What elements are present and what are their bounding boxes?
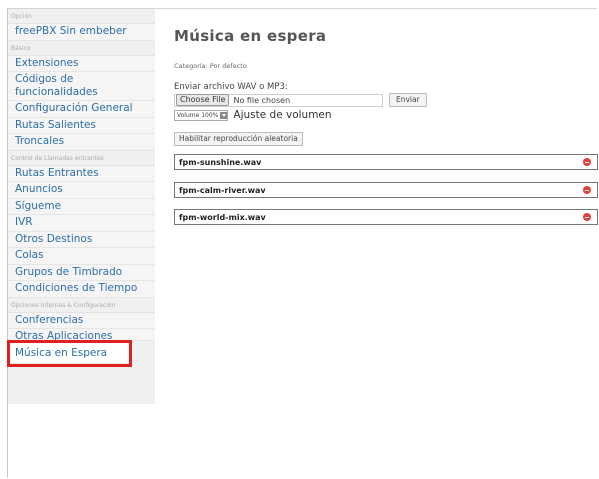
section-llamadas-entrantes: Control de Llamadas entrantes <box>8 151 155 166</box>
file-row: fpm-sunshine.wav <box>174 154 598 170</box>
sidebar: Opción freePBX Sin embeber Básico Extens… <box>7 9 155 404</box>
sidebar-item-grupos-timbrado[interactable]: Grupos de Timbrado <box>8 264 155 281</box>
sidebar-item-rutas-entrantes[interactable]: Rutas Entrantes <box>8 165 155 182</box>
sidebar-item-extensiones[interactable]: Extensiones <box>8 55 155 72</box>
send-button[interactable]: Enviar <box>389 93 427 107</box>
sidebar-item-musica-en-espera[interactable]: Música en Espera <box>7 340 132 367</box>
sidebar-item-ivr[interactable]: IVR <box>8 215 155 232</box>
sidebar-item-otros-destinos[interactable]: Otros Destinos <box>8 231 155 248</box>
sidebar-item-codigos-funcionalidades[interactable]: Códigos de funcionalidades <box>8 72 155 101</box>
section-basico: Básico <box>8 41 155 56</box>
file-name: fpm-calm-river.wav <box>179 185 266 195</box>
file-input[interactable]: Choose File No file chosen <box>174 93 383 107</box>
main-content: Música en espera Categoría: Por defecto … <box>174 27 598 225</box>
sidebar-item-sigueme[interactable]: Sígueme <box>8 198 155 215</box>
file-row: fpm-world-mix.wav <box>174 209 598 225</box>
page-title: Música en espera <box>174 27 327 45</box>
sidebar-item-conferencias[interactable]: Conferencias <box>8 312 155 329</box>
sidebar-item-troncales[interactable]: Troncales <box>8 134 155 151</box>
delete-icon[interactable] <box>583 158 591 166</box>
delete-icon[interactable] <box>583 186 591 194</box>
upload-row: Choose File No file chosen Enviar <box>174 93 594 107</box>
file-name: fpm-sunshine.wav <box>179 157 262 167</box>
sidebar-item-configuracion-general[interactable]: Configuración General <box>8 101 155 118</box>
file-name: fpm-world-mix.wav <box>179 212 266 222</box>
volume-label: Ajuste de volumen <box>233 109 332 121</box>
sidebar-item-colas[interactable]: Colas <box>8 248 155 265</box>
volume-select[interactable]: Volume 100% <box>174 109 229 121</box>
sidebar-item-anuncios[interactable]: Anuncios <box>8 182 155 199</box>
sidebar-item-rutas-salientes[interactable]: Rutas Salientes <box>8 117 155 134</box>
volume-row: Volume 100% Ajuste de volumen <box>174 109 594 121</box>
random-playback-button[interactable]: Habilitar reproducción aleatoria <box>174 132 303 146</box>
sidebar-item-condiciones-tiempo[interactable]: Condiciones de Tiempo <box>8 281 155 298</box>
upload-label: Enviar archivo WAV o MP3: <box>174 82 288 92</box>
sidebar-item-otras-aplicaciones[interactable]: Otras Aplicaciones <box>8 329 155 341</box>
sidebar-item-freepbx-sin-embeber[interactable]: freePBX Sin embeber <box>8 24 155 41</box>
chevron-down-icon <box>220 111 228 119</box>
file-row: fpm-calm-river.wav <box>174 182 598 198</box>
section-opciones-internas: Opciones Internas & Configuración <box>8 298 155 313</box>
no-file-text: No file chosen <box>233 95 291 105</box>
delete-icon[interactable] <box>583 213 591 221</box>
volume-value: Volume 100% <box>177 111 219 119</box>
choose-file-button[interactable]: Choose File <box>176 94 230 106</box>
section-opcion: Opción <box>8 9 155 24</box>
category-label: Categoría: Por defecto <box>174 62 247 70</box>
